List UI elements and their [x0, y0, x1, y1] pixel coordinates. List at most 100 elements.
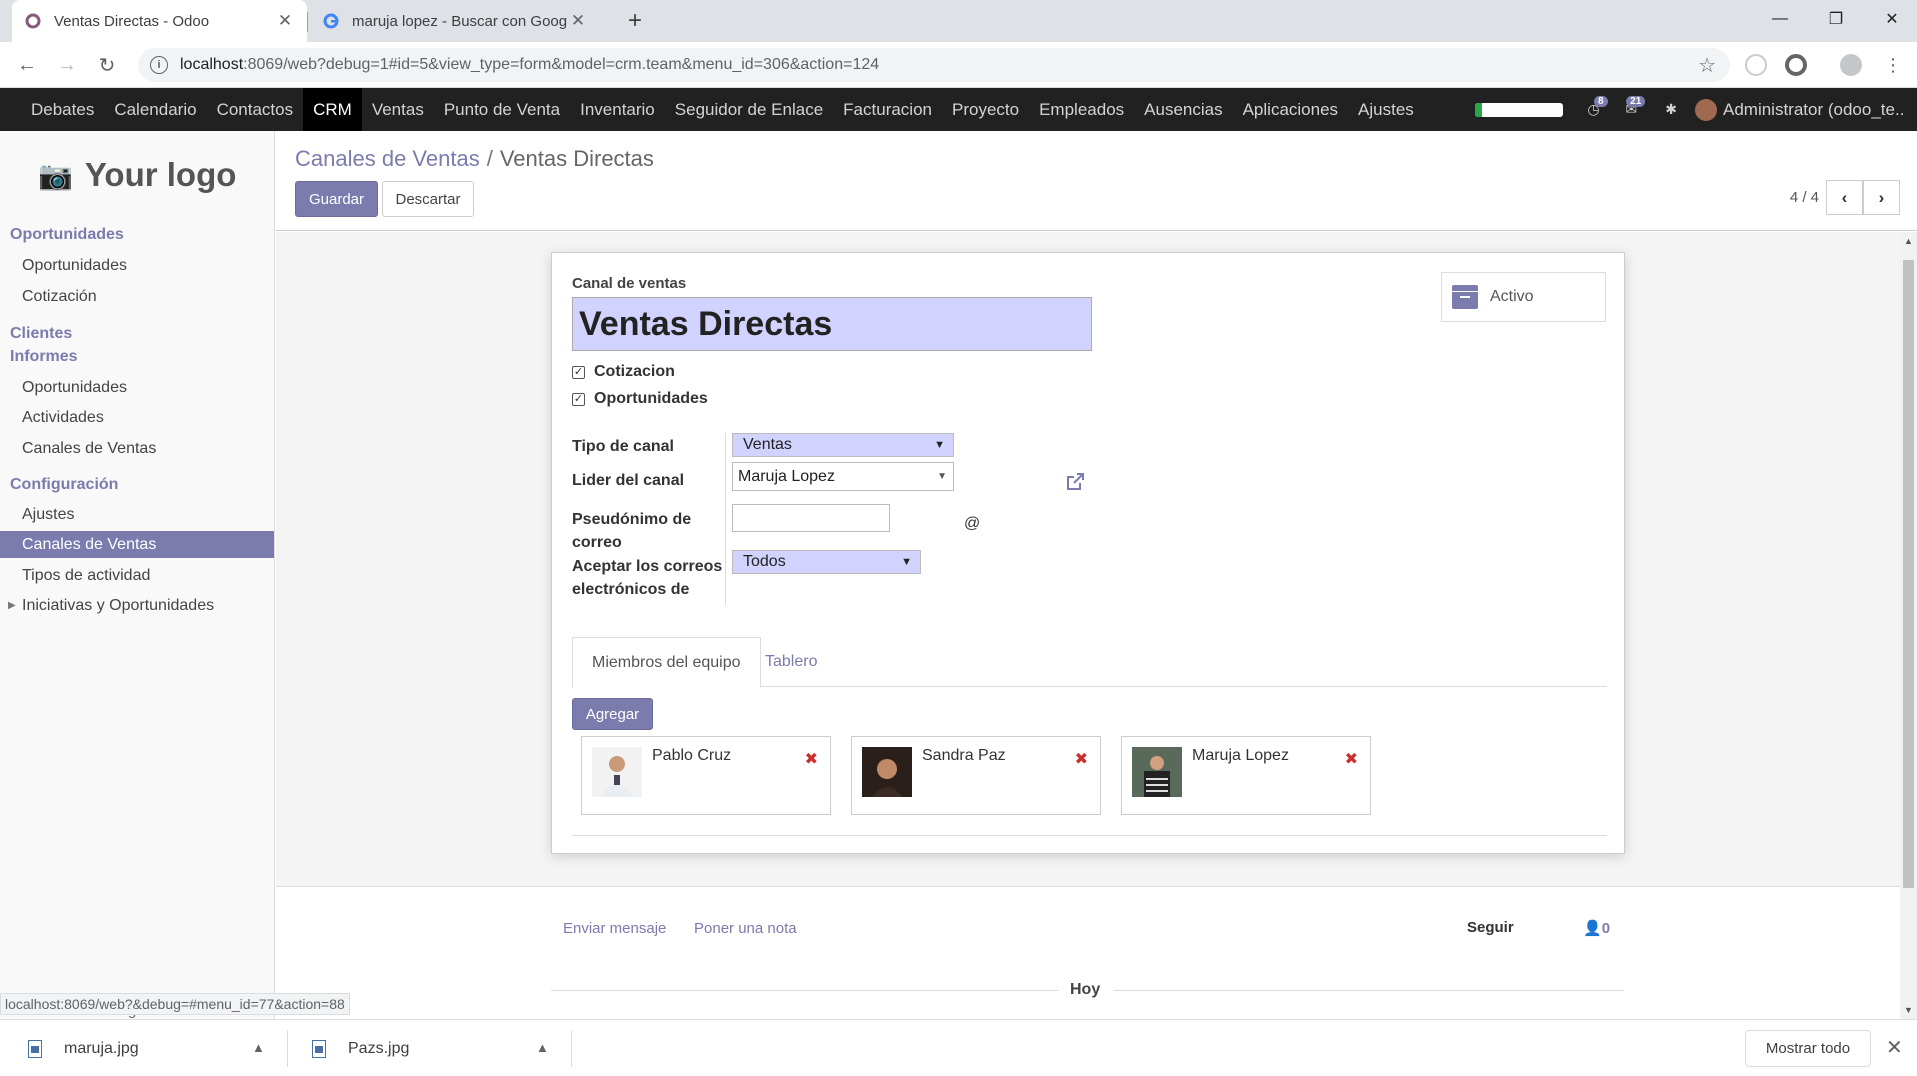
nav-crm[interactable]: CRM: [303, 88, 362, 131]
pager-value[interactable]: 4 / 4: [1790, 189, 1819, 206]
extension-icon[interactable]: [1745, 54, 1767, 76]
checkbox-checked-icon[interactable]: ✓: [572, 392, 585, 406]
status-bar-url: localhost:8069/web?&debug=#menu_id=77&ac…: [0, 993, 350, 1015]
nav-aplicaciones[interactable]: Aplicaciones: [1233, 88, 1348, 131]
nav-empleados[interactable]: Empleados: [1029, 88, 1134, 131]
lider-canal-input[interactable]: Maruja Lopez ▼: [732, 462, 954, 491]
nav-punto-de-venta[interactable]: Punto de Venta: [434, 88, 570, 131]
nav-calendario[interactable]: Calendario: [104, 88, 206, 131]
discard-button[interactable]: Descartar: [382, 181, 474, 217]
nav-ventas[interactable]: Ventas: [362, 88, 434, 131]
vertical-scrollbar[interactable]: ▲ ▼: [1900, 232, 1917, 1019]
show-all-downloads-button[interactable]: Mostrar todo: [1745, 1030, 1871, 1067]
onboarding-progress-bar[interactable]: [1475, 102, 1564, 117]
checkbox-checked-icon[interactable]: ✓: [572, 365, 585, 379]
remove-member-icon[interactable]: ✖: [1345, 749, 1358, 769]
close-download-bar-icon[interactable]: ✕: [1886, 1035, 1903, 1060]
sidebar-item-ajustes[interactable]: Ajustes: [22, 506, 74, 524]
crm-sidebar: 📷 Your logo Oportunidades Oportunidades …: [0, 131, 275, 1019]
tab-miembros[interactable]: Miembros del equipo: [572, 637, 761, 688]
tab-tablero[interactable]: Tablero: [746, 637, 836, 687]
send-message-button[interactable]: Enviar mensaje: [563, 920, 666, 937]
alias-input[interactable]: [732, 504, 890, 532]
sidebar-item-tipos-de-actividad[interactable]: Tipos de actividad: [22, 567, 150, 585]
log-note-button[interactable]: Poner una nota: [694, 920, 797, 937]
sidebar-item-actividades[interactable]: Actividades: [22, 409, 104, 427]
profile-avatar-icon[interactable]: [1840, 54, 1862, 76]
url-input[interactable]: i localhost:8069/web?debug=1#id=5&view_t…: [138, 48, 1730, 82]
breadcrumb-parent[interactable]: Canales de Ventas: [295, 146, 480, 171]
chevron-up-icon[interactable]: ▲: [252, 1040, 265, 1055]
remove-member-icon[interactable]: ✖: [805, 749, 818, 769]
sidebar-section-clientes[interactable]: Clientes: [10, 325, 72, 343]
pager-previous-icon[interactable]: ‹: [1826, 180, 1863, 215]
sidebar-section-informes[interactable]: Informes: [10, 348, 78, 366]
expand-caret-icon[interactable]: ▶: [8, 600, 16, 611]
scrollbar-thumb[interactable]: [1903, 260, 1914, 888]
date-separator-line: [551, 990, 1059, 991]
tab-close-icon[interactable]: ✕: [568, 11, 588, 31]
nav-proyecto[interactable]: Proyecto: [942, 88, 1029, 131]
sidebar-item-informes-canales[interactable]: Canales de Ventas: [22, 440, 156, 458]
sidebar-item-canales-de-ventas[interactable]: Canales de Ventas: [0, 531, 274, 558]
remove-member-icon[interactable]: ✖: [1075, 749, 1088, 769]
scroll-up-icon[interactable]: ▲: [1900, 236, 1917, 246]
chatter: Enviar mensaje Poner una nota Seguir 👤0 …: [276, 886, 1900, 1019]
download-item[interactable]: Pazs.jpg ▲: [312, 1020, 552, 1076]
download-item[interactable]: maruja.jpg ▲: [28, 1020, 268, 1076]
extension-circle-icon[interactable]: [1785, 54, 1807, 76]
chevron-up-icon[interactable]: ▲: [536, 1040, 549, 1055]
user-menu[interactable]: Administrator (odoo_te...: [1695, 98, 1903, 121]
nav-facturacion[interactable]: Facturacion: [833, 88, 942, 131]
tab-title: maruja lopez - Buscar con Google: [352, 12, 568, 30]
messages-icon[interactable]: ✉ 21: [1626, 96, 1646, 118]
team-name-input[interactable]: Ventas Directas: [572, 297, 1092, 351]
nav-contactos[interactable]: Contactos: [207, 88, 304, 131]
member-card[interactable]: Maruja Lopez ✖: [1121, 736, 1371, 815]
nav-inventario[interactable]: Inventario: [570, 88, 665, 131]
odoo-main-navbar: Debates Calendario Contactos CRM Ventas …: [0, 88, 1917, 131]
nav-debates[interactable]: Debates: [21, 88, 104, 131]
progress-fill: [1475, 102, 1483, 117]
save-button[interactable]: Guardar: [295, 181, 378, 217]
activities-clock-icon[interactable]: ◷ 8: [1587, 96, 1608, 118]
window-close-icon[interactable]: ✕: [1864, 0, 1917, 38]
add-member-button[interactable]: Agregar: [572, 698, 653, 730]
pager-next-icon[interactable]: ›: [1863, 180, 1900, 215]
debug-bug-icon[interactable]: ✱: [1665, 101, 1677, 118]
nav-ausencias[interactable]: Ausencias: [1134, 88, 1232, 131]
external-link-icon[interactable]: [1064, 471, 1086, 493]
sidebar-section-configuracion[interactable]: Configuración: [10, 476, 118, 494]
sidebar-item-oportunidades[interactable]: Oportunidades: [22, 257, 127, 275]
checkbox-oportunidades[interactable]: ✓ Oportunidades: [572, 390, 708, 408]
browser-tab-google[interactable]: maruja lopez - Buscar con Google ✕: [310, 0, 600, 42]
sidebar-item-iniciativas[interactable]: Iniciativas y Oportunidades: [22, 597, 214, 615]
checkbox-cotizacion[interactable]: ✓ Cotizacion: [572, 363, 675, 381]
followers-button[interactable]: 👤0: [1583, 919, 1610, 937]
forward-icon[interactable]: →: [52, 50, 82, 80]
follow-button[interactable]: Seguir: [1467, 919, 1514, 936]
scroll-down-icon[interactable]: ▼: [1900, 1005, 1917, 1015]
bookmark-star-icon[interactable]: ☆: [1698, 53, 1716, 78]
member-card[interactable]: Sandra Paz ✖: [851, 736, 1101, 815]
browser-tab-odoo[interactable]: Ventas Directas - Odoo ✕: [12, 0, 307, 42]
sidebar-item-cotizacion[interactable]: Cotización: [22, 288, 97, 306]
site-info-icon[interactable]: i: [150, 56, 168, 74]
sidebar-item-informes-oportunidades[interactable]: Oportunidades: [22, 379, 127, 397]
new-tab-icon[interactable]: +: [620, 6, 650, 36]
dropdown-caret-icon: ▼: [934, 439, 945, 451]
company-logo[interactable]: 📷 Your logo: [38, 156, 236, 194]
minimize-icon[interactable]: —: [1752, 0, 1808, 38]
reload-icon[interactable]: ↻: [92, 50, 122, 80]
nav-seguidor-de-enlace[interactable]: Seguidor de Enlace: [665, 88, 833, 131]
tipo-canal-select[interactable]: Ventas ▼: [732, 433, 954, 457]
member-card[interactable]: Pablo Cruz ✖: [581, 736, 831, 815]
tab-close-icon[interactable]: ✕: [275, 11, 295, 31]
active-toggle-button[interactable]: Activo: [1441, 272, 1606, 322]
sidebar-section-oportunidades[interactable]: Oportunidades: [10, 226, 124, 244]
nav-ajustes[interactable]: Ajustes: [1348, 88, 1424, 131]
restore-icon[interactable]: ❐: [1808, 0, 1864, 38]
browser-menu-icon[interactable]: ⋮: [1878, 50, 1908, 80]
accept-emails-select[interactable]: Todos ▼: [732, 550, 921, 574]
back-icon[interactable]: ←: [12, 50, 42, 80]
